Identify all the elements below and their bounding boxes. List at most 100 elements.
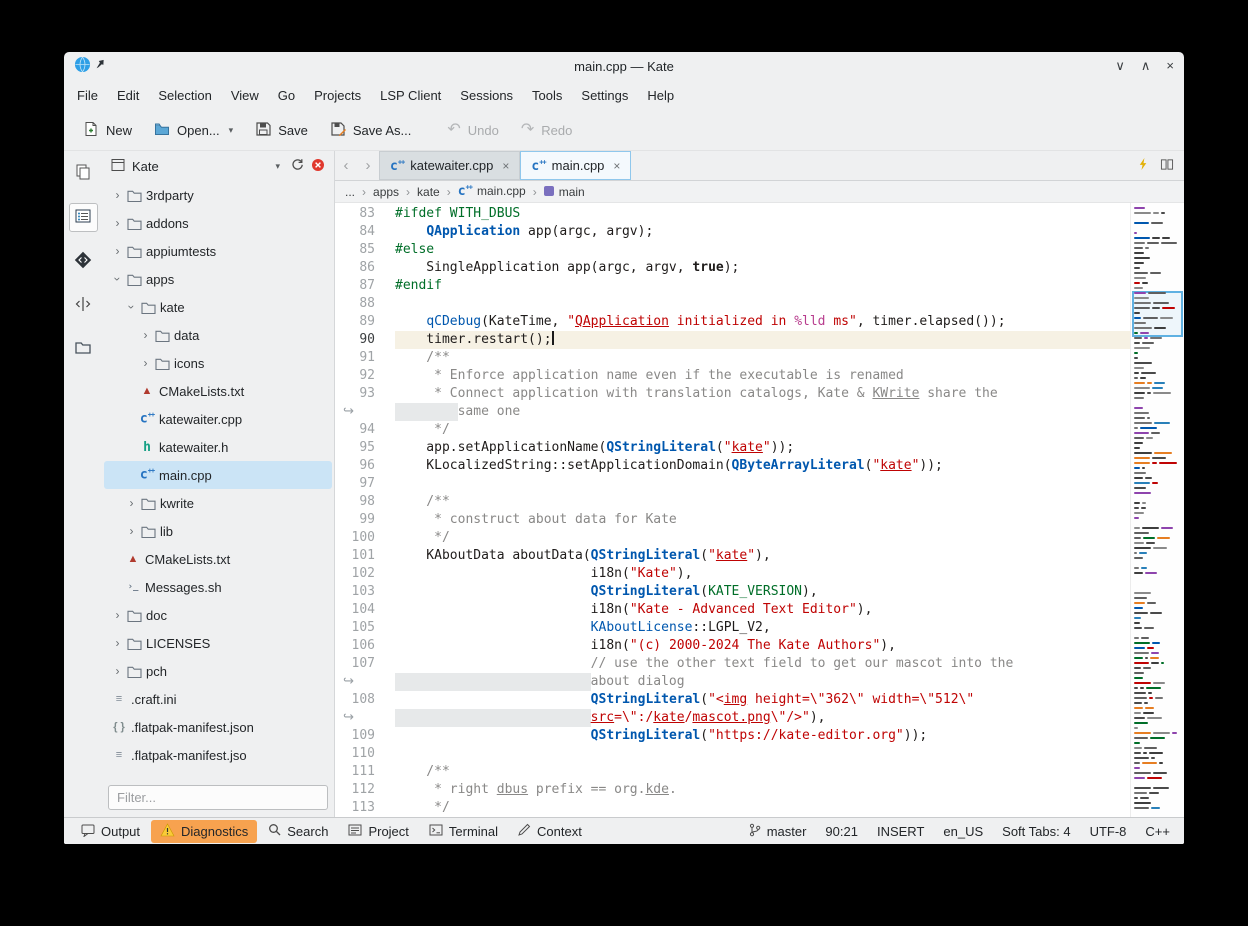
expand-icon[interactable]: › <box>110 188 125 202</box>
quick-open-icon[interactable] <box>1137 157 1150 174</box>
status-en-us[interactable]: en_US <box>943 824 983 839</box>
code-line-wrap[interactable]: ↪src=\":/kate/mascot.png\"/>"), <box>335 709 1130 727</box>
expand-icon[interactable]: › <box>124 496 139 510</box>
code-line-97[interactable]: 97 <box>335 475 1130 493</box>
code-line-102[interactable]: 102 i18n("Kate"), <box>335 565 1130 583</box>
dock-filesystem-button[interactable] <box>69 335 98 364</box>
expand-icon[interactable]: › <box>110 244 125 258</box>
expand-icon[interactable]: › <box>110 608 125 622</box>
breadcrumb-kate[interactable]: kate <box>417 185 440 199</box>
collapse-icon[interactable]: › <box>125 300 139 315</box>
line-number[interactable]: 109 <box>335 727 379 745</box>
tree-item-kate[interactable]: ›kate <box>104 293 332 321</box>
expand-icon[interactable]: › <box>138 328 153 342</box>
line-number[interactable]: 111 <box>335 763 379 781</box>
line-number[interactable]: 90 <box>335 331 379 349</box>
tree-item-addons[interactable]: ›addons <box>104 209 332 237</box>
code-line-95[interactable]: 95 app.setApplicationName(QStringLiteral… <box>335 439 1130 457</box>
line-number[interactable]: 87 <box>335 277 379 295</box>
line-number[interactable]: 93 <box>335 385 379 403</box>
tab-close-icon[interactable]: × <box>502 159 509 173</box>
status-utf-8[interactable]: UTF-8 <box>1090 824 1127 839</box>
code-line-111[interactable]: 111 /** <box>335 763 1130 781</box>
tree-item-cmakelists-txt[interactable]: ▲CMakeLists.txt <box>104 377 332 405</box>
status-diagnostics-button[interactable]: Diagnostics <box>151 820 257 843</box>
code-line-88[interactable]: 88 <box>335 295 1130 313</box>
tree-item-data[interactable]: ›data <box>104 321 332 349</box>
code-line-105[interactable]: 105 KAboutLicense::LGPL_V2, <box>335 619 1130 637</box>
project-dropdown-icon[interactable]: ▾ <box>275 161 280 172</box>
line-number[interactable]: 103 <box>335 583 379 601</box>
minimize-icon[interactable]: ∨ <box>1115 52 1125 80</box>
line-number[interactable]: 86 <box>335 259 379 277</box>
expand-icon[interactable]: › <box>110 664 125 678</box>
code-line-113[interactable]: 113 */ <box>335 799 1130 817</box>
status-90-21[interactable]: 90:21 <box>825 824 858 839</box>
line-number[interactable]: 92 <box>335 367 379 385</box>
line-number[interactable]: 94 <box>335 421 379 439</box>
line-number[interactable]: 85 <box>335 241 379 259</box>
tree-item-licenses[interactable]: ›LICENSES <box>104 629 332 657</box>
code-line-92[interactable]: 92 * Enforce application name even if th… <box>335 367 1130 385</box>
menu-selection[interactable]: Selection <box>149 84 220 107</box>
line-number[interactable]: 108 <box>335 691 379 709</box>
code-line-86[interactable]: 86 SingleApplication app(argc, argv, tru… <box>335 259 1130 277</box>
breadcrumb--[interactable]: ... <box>345 185 355 199</box>
open-button[interactable]: Open...▾ <box>145 115 242 146</box>
line-number[interactable]: 100 <box>335 529 379 547</box>
menu-edit[interactable]: Edit <box>108 84 148 107</box>
save-button[interactable]: Save <box>246 115 317 146</box>
tree-item-lib[interactable]: ›lib <box>104 517 332 545</box>
expand-icon[interactable]: › <box>110 636 125 650</box>
menu-view[interactable]: View <box>222 84 268 107</box>
tree-item-apps[interactable]: ›apps <box>104 265 332 293</box>
line-number[interactable]: 83 <box>335 205 379 223</box>
redo-button[interactable]: ↷Redo <box>512 117 581 144</box>
line-number[interactable]: 101 <box>335 547 379 565</box>
line-number[interactable]: 89 <box>335 313 379 331</box>
line-number[interactable]: 96 <box>335 457 379 475</box>
line-number[interactable]: 106 <box>335 637 379 655</box>
tree-item-cmakelists-txt[interactable]: ▲CMakeLists.txt <box>104 545 332 573</box>
code-line-93[interactable]: 93 * Connect application with translatio… <box>335 385 1130 403</box>
split-view-icon[interactable] <box>1160 158 1174 174</box>
code-line-96[interactable]: 96 KLocalizedString::setApplicationDomai… <box>335 457 1130 475</box>
status-soft-tabs-4[interactable]: Soft Tabs: 4 <box>1002 824 1070 839</box>
line-number[interactable]: 107 <box>335 655 379 673</box>
line-number[interactable]: 105 <box>335 619 379 637</box>
code-line-99[interactable]: 99 * construct about data for Kate <box>335 511 1130 529</box>
dock-symbols-button[interactable] <box>69 247 98 276</box>
status-terminal-button[interactable]: Terminal <box>420 820 507 843</box>
maximize-icon[interactable]: ∧ <box>1141 52 1151 80</box>
saveas-button[interactable]: Save As... <box>321 115 421 146</box>
history-forward-icon[interactable]: › <box>357 151 379 180</box>
code-line-112[interactable]: 112 * right dbus prefix == org.kde. <box>335 781 1130 799</box>
menu-projects[interactable]: Projects <box>305 84 370 107</box>
line-number[interactable]: 110 <box>335 745 379 763</box>
dock-documents-button[interactable] <box>69 159 98 188</box>
code-line-110[interactable]: 110 <box>335 745 1130 763</box>
code-line-87[interactable]: 87#endif <box>335 277 1130 295</box>
code-line-90[interactable]: 90 timer.restart(); <box>335 331 1130 349</box>
tab-close-icon[interactable]: × <box>613 159 620 173</box>
line-number[interactable]: 104 <box>335 601 379 619</box>
status-output-button[interactable]: Output <box>72 820 149 843</box>
tree-item--flatpak-manifest-jso[interactable]: ≡.flatpak-manifest.jso <box>104 741 332 769</box>
tab-main-cpp[interactable]: c++main.cpp× <box>520 151 631 180</box>
tree-item-doc[interactable]: ›doc <box>104 601 332 629</box>
status-context-button[interactable]: Context <box>509 820 591 842</box>
dock-snippets-button[interactable] <box>69 291 98 320</box>
tree-item-appiumtests[interactable]: ›appiumtests <box>104 237 332 265</box>
tree-item-katewaiter-h[interactable]: hkatewaiter.h <box>104 433 332 461</box>
breadcrumb-main[interactable]: main <box>544 185 585 199</box>
tree-item-kwrite[interactable]: ›kwrite <box>104 489 332 517</box>
line-number[interactable]: 95 <box>335 439 379 457</box>
tree-item-3rdparty[interactable]: ›3rdparty <box>104 181 332 209</box>
line-number[interactable]: 112 <box>335 781 379 799</box>
tree-item-main-cpp[interactable]: c++main.cpp <box>104 461 332 489</box>
line-number[interactable]: 99 <box>335 511 379 529</box>
status-search-button[interactable]: Search <box>259 820 337 842</box>
status-c-[interactable]: C++ <box>1145 824 1170 839</box>
open-dropdown-icon[interactable]: ▾ <box>229 125 234 136</box>
code-line-109[interactable]: 109 QStringLiteral("https://kate-editor.… <box>335 727 1130 745</box>
